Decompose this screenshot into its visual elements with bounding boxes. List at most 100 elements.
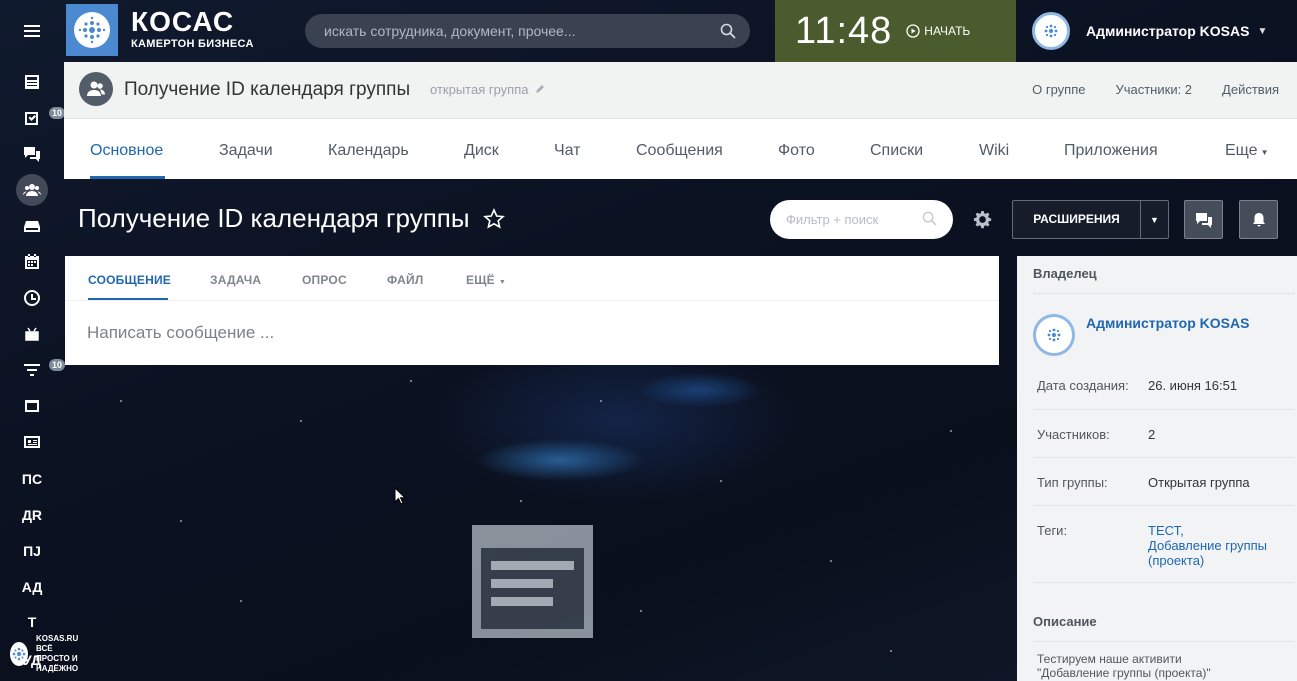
owner-title: Владелец <box>1033 266 1097 281</box>
tag-test[interactable]: ТЕСТ, <box>1148 523 1184 538</box>
composer-tab-more[interactable]: ЕЩЁ ▼ <box>466 273 506 287</box>
chevron-down-icon: ▼ <box>498 279 507 286</box>
tab-messages[interactable]: Сообщения <box>636 142 723 160</box>
tab-apps[interactable]: Приложения <box>1064 142 1158 160</box>
filter-icon[interactable]: 10 <box>12 355 66 385</box>
group-description: Тестируем наше активити "Добавление груп… <box>1037 652 1211 680</box>
tab-disk[interactable]: Диск <box>464 142 499 160</box>
avatar <box>1032 12 1070 50</box>
members-value: 2 <box>1148 427 1156 442</box>
divider <box>1033 641 1295 642</box>
composer-tab-poll[interactable]: ОПРОС <box>302 273 347 287</box>
start-workday-button[interactable]: НАЧАТЬ <box>906 24 970 38</box>
members-link[interactable]: Участники: 2 <box>1115 82 1192 97</box>
group-type-value: Открытая группа <box>1148 475 1250 490</box>
search-icon[interactable] <box>720 23 736 42</box>
tab-wiki[interactable]: Wiki <box>979 142 1009 160</box>
group-type[interactable]: открытая группа <box>430 82 545 97</box>
composer-tab-file[interactable]: ФАЙЛ <box>387 273 423 287</box>
description-line: "Добавление группы (проекта)" <box>1037 666 1211 680</box>
logo-icon[interactable] <box>66 4 118 56</box>
news-feed-icon[interactable] <box>12 67 52 97</box>
composer-tabs: СООБЩЕНИЕ ЗАДАЧА ОПРОС ФАЙЛ ЕЩЁ ▼ <box>65 256 999 301</box>
logo-text[interactable]: КОСАС КАМЕРТОН БИЗНЕСА <box>131 8 254 51</box>
sidebar-item-pj[interactable]: ПJ <box>12 536 52 566</box>
play-icon <box>906 24 920 38</box>
gear-icon[interactable] <box>973 210 992 234</box>
composer-more-label: ЕЩЁ <box>466 273 495 287</box>
actions-link[interactable]: Действия <box>1222 82 1279 97</box>
robot-icon[interactable] <box>12 319 52 349</box>
contact-card-icon[interactable] <box>12 427 52 457</box>
chat-icon[interactable] <box>12 139 52 169</box>
left-sidebar: 10 10 ПС ДR ПJ АД Т УД KOSAS.RU ВСЁ ПРОС… <box>0 0 78 681</box>
owner-avatar-icon <box>1033 314 1075 356</box>
start-label: НАЧАТЬ <box>924 24 971 38</box>
created-value: 26. июня 16:51 <box>1148 378 1238 393</box>
group-info-panel: Владелец Администратор KOSAS Дата создан… <box>1017 256 1297 681</box>
description-title: Описание <box>1033 614 1097 629</box>
clock-time: 11:48 <box>795 9 893 52</box>
tab-chat[interactable]: Чат <box>554 142 581 160</box>
tag-project[interactable]: (проекта) <box>1148 553 1204 568</box>
window-icon[interactable] <box>12 391 52 421</box>
tab-more-label: Еще <box>1225 142 1258 159</box>
tab-calendar[interactable]: Календарь <box>328 142 409 160</box>
divider <box>1033 582 1295 583</box>
message-input[interactable]: Написать сообщение ... <box>87 323 274 343</box>
tasks-icon[interactable]: 10 <box>12 103 66 133</box>
post-composer: СООБЩЕНИЕ ЗАДАЧА ОПРОС ФАЙЛ ЕЩЁ ▼ Написат… <box>65 256 999 365</box>
group-type-label: открытая группа <box>430 82 529 97</box>
description-line: Тестируем наше активити <box>1037 652 1182 666</box>
footer-site: KOSAS.RU <box>36 634 79 643</box>
groups-icon[interactable] <box>12 174 52 206</box>
kosas-logo-icon <box>10 642 28 666</box>
chat-button[interactable] <box>1184 200 1223 239</box>
chevron-down-icon[interactable]: ▼ <box>1141 215 1168 225</box>
filter-badge: 10 <box>49 359 66 371</box>
tag-add-group[interactable]: Добавление группы <box>1148 538 1267 553</box>
drive-icon[interactable] <box>12 211 52 241</box>
logo-subtitle: КАМЕРТОН БИЗНЕСА <box>131 38 254 50</box>
avatar[interactable] <box>1033 314 1075 356</box>
extensions-label: РАСШИРЕНИЯ <box>1013 201 1141 238</box>
divider <box>1033 505 1295 506</box>
members-label: Участников: <box>1037 427 1110 442</box>
footer-slogan: ВСЁ ПРОСТО И НАДЁЖНО <box>36 644 79 673</box>
user-menu[interactable]: Администратор KOSAS ▼ <box>1016 0 1297 62</box>
sidebar-item-ad[interactable]: АД <box>12 572 52 602</box>
search-input[interactable] <box>324 23 704 39</box>
filter-input[interactable] <box>786 212 916 227</box>
created-label: Дата создания: <box>1037 378 1129 393</box>
search-icon[interactable] <box>922 211 937 231</box>
time-icon[interactable] <box>12 283 52 313</box>
owner-name-link[interactable]: Администратор KOSAS <box>1086 315 1249 331</box>
tab-lists[interactable]: Списки <box>870 142 923 160</box>
about-group-link[interactable]: О группе <box>1032 82 1085 97</box>
tab-photo[interactable]: Фото <box>778 142 815 160</box>
extensions-button[interactable]: РАСШИРЕНИЯ ▼ <box>1012 200 1169 239</box>
bell-icon <box>1252 212 1265 226</box>
chat-icon <box>1195 212 1212 228</box>
group-avatar-icon <box>79 72 113 106</box>
user-name: Администратор KOSAS <box>1086 23 1250 39</box>
composer-tab-task[interactable]: ЗАДАЧА <box>210 273 261 287</box>
tab-more[interactable]: Еще ▼ <box>1225 142 1268 160</box>
active-tab-indicator <box>90 176 165 179</box>
calendar-icon[interactable] <box>12 247 52 277</box>
tab-main[interactable]: Основное <box>90 142 163 160</box>
workday-clock: 11:48 НАЧАТЬ <box>775 0 1016 62</box>
sidebar-item-t[interactable]: Т <box>12 607 52 637</box>
pencil-icon <box>536 85 545 93</box>
chevron-down-icon: ▼ <box>1257 25 1268 37</box>
tab-tasks[interactable]: Задачи <box>219 142 273 160</box>
menu-icon[interactable] <box>12 16 52 46</box>
sidebar-item-dr[interactable]: ДR <box>12 500 52 530</box>
divider <box>1033 409 1295 410</box>
composer-tab-message[interactable]: СООБЩЕНИЕ <box>88 273 171 287</box>
favorite-star-icon[interactable] <box>483 208 505 235</box>
tasks-badge: 10 <box>49 107 66 119</box>
notifications-button[interactable] <box>1239 200 1278 239</box>
sidebar-item-ps[interactable]: ПС <box>12 464 52 494</box>
page-title: Получение ID календаря группы <box>78 203 470 233</box>
